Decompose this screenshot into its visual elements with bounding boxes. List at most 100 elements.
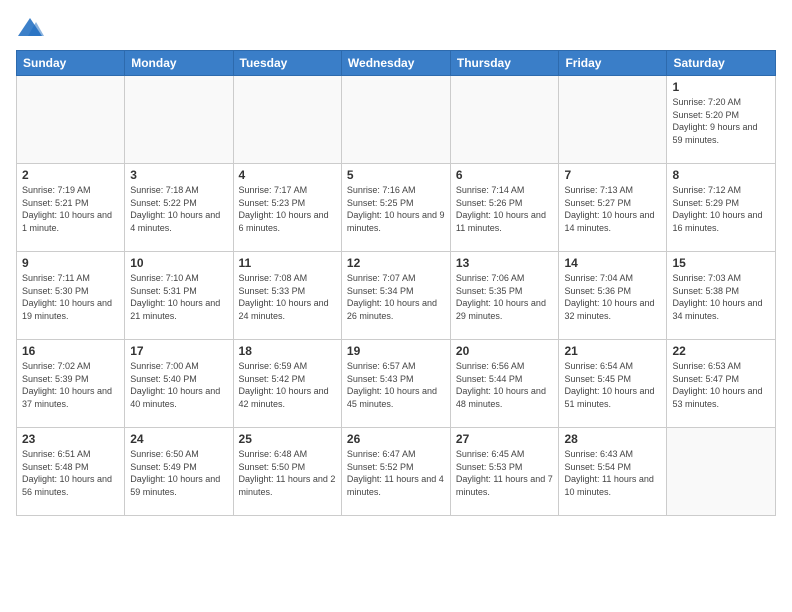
page-header (16, 16, 776, 38)
day-number: 26 (347, 432, 445, 446)
day-number: 17 (130, 344, 227, 358)
calendar-cell (125, 76, 233, 164)
day-number: 21 (564, 344, 661, 358)
calendar-cell: 7 Sunrise: 7:13 AM Sunset: 5:27 PM Daylig… (559, 164, 667, 252)
day-number: 22 (672, 344, 770, 358)
calendar-cell: 5Sunrise: 7:16 AM Sunset: 5:25 PM Daylig… (341, 164, 450, 252)
day-number: 15 (672, 256, 770, 270)
day-info: Sunrise: 7:20 AM Sunset: 5:20 PM Dayligh… (672, 96, 770, 146)
calendar-cell (233, 76, 341, 164)
calendar-cell: 20 Sunrise: 6:56 AM Sunset: 5:44 PM Dayli… (450, 340, 559, 428)
day-info: Sunrise: 7:14 AM Sunset: 5:26 PM Dayligh… (456, 184, 554, 234)
calendar-cell: 14 Sunrise: 7:04 AM Sunset: 5:36 PM Dayli… (559, 252, 667, 340)
week-row: 16 Sunrise: 7:02 AM Sunset: 5:39 PM Dayli… (17, 340, 776, 428)
day-info: Sunrise: 7:08 AM Sunset: 5:33 PM Dayligh… (239, 272, 336, 322)
day-info: Sunrise: 7:02 AM Sunset: 5:39 PM Dayligh… (22, 360, 119, 410)
calendar-cell: 16 Sunrise: 7:02 AM Sunset: 5:39 PM Dayli… (17, 340, 125, 428)
calendar-cell: 9 Sunrise: 7:11 AM Sunset: 5:30 PM Daylig… (17, 252, 125, 340)
day-number: 18 (239, 344, 336, 358)
calendar-cell: 12 Sunrise: 7:07 AM Sunset: 5:34 PM Dayli… (341, 252, 450, 340)
day-info: Sunrise: 7:07 AM Sunset: 5:34 PM Dayligh… (347, 272, 445, 322)
day-info: Sunrise: 7:11 AM Sunset: 5:30 PM Dayligh… (22, 272, 119, 322)
logo (16, 16, 48, 38)
day-number: 25 (239, 432, 336, 446)
calendar-cell: 26 Sunrise: 6:47 AM Sunset: 5:52 PM Dayli… (341, 428, 450, 516)
calendar-cell: 21 Sunrise: 6:54 AM Sunset: 5:45 PM Dayli… (559, 340, 667, 428)
week-row: 2Sunrise: 7:19 AM Sunset: 5:21 PM Daylig… (17, 164, 776, 252)
day-number: 3 (130, 168, 227, 182)
weekday-header: Friday (559, 51, 667, 76)
day-number: 23 (22, 432, 119, 446)
day-info: Sunrise: 6:47 AM Sunset: 5:52 PM Dayligh… (347, 448, 445, 498)
day-number: 9 (22, 256, 119, 270)
calendar-cell: 1 Sunrise: 7:20 AM Sunset: 5:20 PM Daylig… (667, 76, 776, 164)
calendar-cell: 22 Sunrise: 6:53 AM Sunset: 5:47 PM Dayli… (667, 340, 776, 428)
calendar-cell: 17 Sunrise: 7:00 AM Sunset: 5:40 PM Dayli… (125, 340, 233, 428)
day-number: 27 (456, 432, 554, 446)
day-number: 4 (239, 168, 336, 182)
calendar-cell: 28Sunrise: 6:43 AM Sunset: 5:54 PM Dayli… (559, 428, 667, 516)
day-number: 24 (130, 432, 227, 446)
weekday-header-row: SundayMondayTuesdayWednesdayThursdayFrid… (17, 51, 776, 76)
week-row: 1 Sunrise: 7:20 AM Sunset: 5:20 PM Daylig… (17, 76, 776, 164)
day-number: 20 (456, 344, 554, 358)
day-number: 12 (347, 256, 445, 270)
weekday-header: Monday (125, 51, 233, 76)
weekday-header: Wednesday (341, 51, 450, 76)
calendar-table: SundayMondayTuesdayWednesdayThursdayFrid… (16, 50, 776, 516)
day-info: Sunrise: 7:17 AM Sunset: 5:23 PM Dayligh… (239, 184, 336, 234)
calendar-cell: 4 Sunrise: 7:17 AM Sunset: 5:23 PM Daylig… (233, 164, 341, 252)
calendar-cell: 18 Sunrise: 6:59 AM Sunset: 5:42 PM Dayli… (233, 340, 341, 428)
calendar-cell: 15Sunrise: 7:03 AM Sunset: 5:38 PM Dayli… (667, 252, 776, 340)
day-info: Sunrise: 6:59 AM Sunset: 5:42 PM Dayligh… (239, 360, 336, 410)
calendar-cell (17, 76, 125, 164)
calendar-cell: 11Sunrise: 7:08 AM Sunset: 5:33 PM Dayli… (233, 252, 341, 340)
day-info: Sunrise: 7:04 AM Sunset: 5:36 PM Dayligh… (564, 272, 661, 322)
day-number: 10 (130, 256, 227, 270)
calendar-cell: 19 Sunrise: 6:57 AM Sunset: 5:43 PM Dayli… (341, 340, 450, 428)
calendar-cell: 8Sunrise: 7:12 AM Sunset: 5:29 PM Daylig… (667, 164, 776, 252)
weekday-header: Tuesday (233, 51, 341, 76)
day-number: 28 (564, 432, 661, 446)
day-info: Sunrise: 6:48 AM Sunset: 5:50 PM Dayligh… (239, 448, 336, 498)
calendar-cell: 27 Sunrise: 6:45 AM Sunset: 5:53 PM Dayli… (450, 428, 559, 516)
week-row: 9 Sunrise: 7:11 AM Sunset: 5:30 PM Daylig… (17, 252, 776, 340)
calendar-cell: 2Sunrise: 7:19 AM Sunset: 5:21 PM Daylig… (17, 164, 125, 252)
day-info: Sunrise: 7:16 AM Sunset: 5:25 PM Dayligh… (347, 184, 445, 234)
day-number: 13 (456, 256, 554, 270)
calendar-cell (450, 76, 559, 164)
weekday-header: Sunday (17, 51, 125, 76)
day-info: Sunrise: 7:10 AM Sunset: 5:31 PM Dayligh… (130, 272, 227, 322)
week-row: 23 Sunrise: 6:51 AM Sunset: 5:48 PM Dayli… (17, 428, 776, 516)
day-number: 1 (672, 80, 770, 94)
logo-icon (16, 16, 44, 38)
calendar-cell: 24 Sunrise: 6:50 AM Sunset: 5:49 PM Dayli… (125, 428, 233, 516)
calendar-cell (341, 76, 450, 164)
day-info: Sunrise: 6:51 AM Sunset: 5:48 PM Dayligh… (22, 448, 119, 498)
calendar-cell: 25 Sunrise: 6:48 AM Sunset: 5:50 PM Dayli… (233, 428, 341, 516)
day-number: 6 (456, 168, 554, 182)
day-number: 14 (564, 256, 661, 270)
calendar-cell: 13 Sunrise: 7:06 AM Sunset: 5:35 PM Dayli… (450, 252, 559, 340)
day-info: Sunrise: 7:12 AM Sunset: 5:29 PM Dayligh… (672, 184, 770, 234)
calendar-cell (559, 76, 667, 164)
day-info: Sunrise: 6:56 AM Sunset: 5:44 PM Dayligh… (456, 360, 554, 410)
day-info: Sunrise: 6:54 AM Sunset: 5:45 PM Dayligh… (564, 360, 661, 410)
day-info: Sunrise: 7:18 AM Sunset: 5:22 PM Dayligh… (130, 184, 227, 234)
day-info: Sunrise: 7:13 AM Sunset: 5:27 PM Dayligh… (564, 184, 661, 234)
calendar-cell: 10 Sunrise: 7:10 AM Sunset: 5:31 PM Dayli… (125, 252, 233, 340)
day-info: Sunrise: 6:45 AM Sunset: 5:53 PM Dayligh… (456, 448, 554, 498)
day-info: Sunrise: 7:00 AM Sunset: 5:40 PM Dayligh… (130, 360, 227, 410)
calendar-cell: 3 Sunrise: 7:18 AM Sunset: 5:22 PM Daylig… (125, 164, 233, 252)
day-number: 7 (564, 168, 661, 182)
weekday-header: Saturday (667, 51, 776, 76)
day-info: Sunrise: 6:53 AM Sunset: 5:47 PM Dayligh… (672, 360, 770, 410)
day-info: Sunrise: 6:57 AM Sunset: 5:43 PM Dayligh… (347, 360, 445, 410)
day-number: 16 (22, 344, 119, 358)
day-info: Sunrise: 7:06 AM Sunset: 5:35 PM Dayligh… (456, 272, 554, 322)
day-info: Sunrise: 6:50 AM Sunset: 5:49 PM Dayligh… (130, 448, 227, 498)
day-number: 19 (347, 344, 445, 358)
day-number: 2 (22, 168, 119, 182)
calendar-cell: 6 Sunrise: 7:14 AM Sunset: 5:26 PM Daylig… (450, 164, 559, 252)
calendar-cell: 23 Sunrise: 6:51 AM Sunset: 5:48 PM Dayli… (17, 428, 125, 516)
